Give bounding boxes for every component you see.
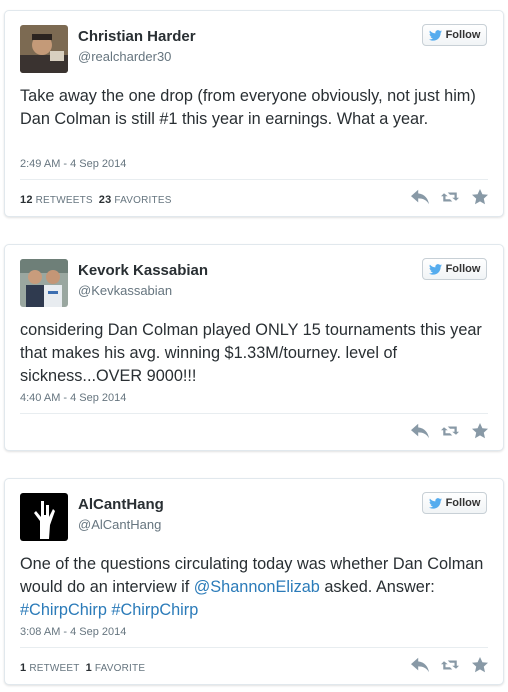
mention-link[interactable]: @ShannonElizab: [194, 578, 320, 596]
reply-icon[interactable]: [411, 657, 429, 673]
tweet-actions: [411, 657, 489, 673]
hashtag-link[interactable]: #ChirpChirp: [111, 601, 198, 619]
tweet-actions: [411, 423, 489, 439]
star-icon[interactable]: [471, 423, 489, 439]
tweet-text: considering Dan Colman played ONLY 15 to…: [20, 321, 482, 385]
retweet-icon[interactable]: [441, 423, 459, 439]
favorite-count[interactable]: 1: [86, 662, 92, 674]
tweet-card: Kevork Kassabian @Kevkassabian Follow co…: [4, 244, 504, 451]
author-handle[interactable]: @AlCantHang: [78, 517, 161, 532]
tweet-text: One of the questions circulating today w…: [20, 553, 489, 622]
tweet-timestamp[interactable]: 2:49 AM - 4 Sep 2014: [20, 158, 126, 170]
tweet-card: Christian Harder @realcharder30 Follow T…: [4, 10, 504, 217]
reply-icon[interactable]: [411, 189, 429, 205]
follow-label: Follow: [445, 29, 481, 41]
reply-icon[interactable]: [411, 423, 429, 439]
follow-button[interactable]: Follow: [422, 492, 487, 514]
star-icon[interactable]: [471, 657, 489, 673]
favorite-count[interactable]: 23: [99, 194, 112, 206]
favorite-label[interactable]: FAVORITE: [95, 663, 145, 674]
retweet-icon[interactable]: [441, 657, 459, 673]
retweet-label[interactable]: RETWEETS: [36, 195, 93, 206]
author-handle[interactable]: @realcharder30: [78, 49, 171, 64]
tweet-actions: [411, 189, 489, 205]
twitter-bird-icon: [428, 29, 442, 41]
follow-label: Follow: [445, 497, 481, 509]
twitter-bird-icon: [428, 497, 442, 509]
follow-label: Follow: [445, 263, 481, 275]
author-handle[interactable]: @Kevkassabian: [78, 283, 172, 298]
tweet-timestamp[interactable]: 3:08 AM - 4 Sep 2014: [20, 626, 126, 638]
divider: [20, 647, 488, 648]
tweet-card: AlCantHang @AlCantHang Follow One of the…: [4, 478, 504, 685]
tweet-timestamp[interactable]: 4:40 AM - 4 Sep 2014: [20, 392, 126, 404]
star-icon[interactable]: [471, 189, 489, 205]
retweet-count[interactable]: 12: [20, 194, 33, 206]
author-name[interactable]: Christian Harder: [78, 28, 196, 45]
favorite-label[interactable]: FAVORITES: [114, 195, 171, 206]
divider: [20, 413, 488, 414]
author-name[interactable]: Kevork Kassabian: [78, 262, 208, 279]
avatar[interactable]: [20, 259, 68, 307]
retweet-label[interactable]: RETWEET: [29, 663, 79, 674]
avatar[interactable]: [20, 25, 68, 73]
tweet-text-part: asked. Answer:: [319, 578, 435, 596]
tweet-stats: 12 RETWEETS 23 FAVORITES: [20, 194, 172, 206]
avatar[interactable]: [20, 493, 68, 541]
tweet-text: Take away the one drop (from everyone ob…: [20, 87, 476, 128]
follow-button[interactable]: Follow: [422, 258, 487, 280]
retweet-count[interactable]: 1: [20, 662, 26, 674]
retweet-icon[interactable]: [441, 189, 459, 205]
author-name[interactable]: AlCantHang: [78, 496, 164, 513]
twitter-bird-icon: [428, 263, 442, 275]
hashtag-link[interactable]: #ChirpChirp: [20, 601, 107, 619]
tweet-feed: Christian Harder @realcharder30 Follow T…: [0, 0, 508, 692]
divider: [20, 179, 488, 180]
follow-button[interactable]: Follow: [422, 24, 487, 46]
tweet-stats: 1 RETWEET 1 FAVORITE: [20, 662, 145, 674]
